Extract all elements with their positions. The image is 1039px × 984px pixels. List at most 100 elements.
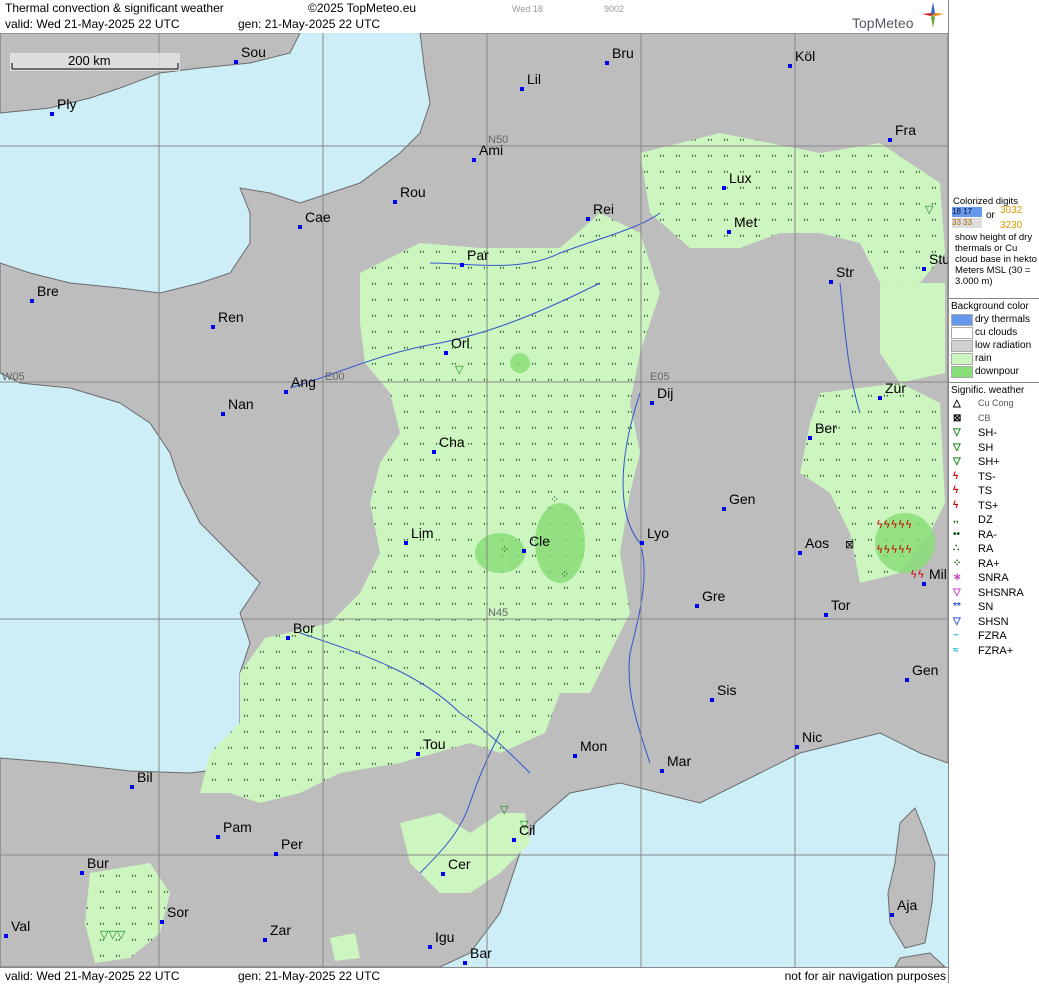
city-label: Cer [448,856,471,872]
city-dot-icon [444,351,448,355]
city-label: Mil [929,566,947,582]
city-label: Gen [912,662,939,678]
city-dot-icon [286,636,290,640]
city-dot-icon [432,450,436,454]
city-dot-icon [890,913,894,917]
weather-symbol-icon: •• [953,528,961,540]
scale-bar: 200 km [10,53,182,76]
weather-label: Cu Cong [978,398,1014,408]
city-dot-icon [798,551,802,555]
shower-symbol: ▽ [925,203,934,216]
city-label: Orl [451,335,470,351]
city-dot-icon [274,852,278,856]
weather-legend-row: ϟ TS [951,485,1039,499]
background-legend-row: rain [951,353,1039,366]
cb-symbol: ⊠ [845,538,854,551]
weather-legend-row: ∴ RA [951,543,1039,557]
weather-symbol-icon: ∗ [953,572,962,583]
background-label: downpour [975,366,1019,377]
demo-orange-1: 3032 [1000,205,1023,216]
legend-divider [949,298,1039,299]
shower-symbol: ▽ [500,803,509,816]
valid-time: valid: Wed 21-May-2025 22 UTC [5,17,180,31]
city-label: Sor [167,904,189,920]
city-label: Zür [885,380,906,396]
city-dot-icon [404,541,408,545]
background-legend-row: cu clouds [951,327,1039,340]
weather-symbol-icon: ≈ [953,644,959,656]
city-label: Cle [529,533,551,549]
city-dot-icon [722,186,726,190]
city-label: Str [836,264,854,280]
weather-label: FZRA+ [978,644,1014,657]
grid-label-n45: N45 [488,607,508,619]
city-label: Stu [929,251,948,267]
navigation-disclaimer: not for air navigation purposes [784,969,946,983]
city-label: Ang [291,374,316,390]
city-label: Cae [305,209,331,225]
city-dot-icon [234,60,238,64]
city-label: Lux [729,170,752,186]
background-label: dry thermals [975,314,1031,325]
city-label: Köl [795,48,816,64]
city-dot-icon [298,225,302,229]
weather-label: DZ [978,514,993,526]
footer-bar: valid: Wed 21-May-2025 22 UTC gen: 21-Ma… [0,967,948,984]
city-label: Lil [527,71,542,87]
copyright: ©2025 TopMeteo.eu [308,1,417,15]
city-dot-icon [393,200,397,204]
demo-or: or [986,210,995,221]
city-dot-icon [878,396,882,400]
city-label: Par [467,247,489,263]
weather-legend-row: ▽ SH- [951,427,1039,441]
city-dot-icon [80,871,84,875]
weather-label: TS+ [978,499,999,512]
city-label: Met [734,214,758,230]
city-label: Gen [729,491,756,507]
weather-symbol-icon: ϟ [953,499,959,511]
background-title: Background color [951,301,1029,312]
color-swatch [951,314,973,326]
city-label: Lyo [647,525,670,541]
weather-label: SHSN [978,615,1009,628]
city-dot-icon [30,299,34,303]
background-label: cu clouds [975,327,1018,338]
weather-symbol-icon: ∴ [953,543,960,554]
city-dot-icon [416,752,420,756]
weather-label: CB [978,412,991,423]
weather-symbol-icon: ▽ [953,615,961,627]
weather-legend-row: ≈ FZRA+ [951,645,1039,659]
color-swatch [951,340,973,352]
city-dot-icon [463,961,467,965]
weather-symbol-icon: ▽ [953,427,961,438]
weather-legend-row: ⊠ CB [951,413,1039,427]
weather-legend-row: ▽ SHSNRA [951,587,1039,601]
footer-generated-time: gen: 21-May-2025 22 UTC [238,969,381,983]
weather-label: RA [978,543,994,555]
weather-label: SH- [978,427,997,439]
grid-label-e05: E05 [650,371,670,383]
weather-legend-row: ∗ SNRA [951,572,1039,586]
city-dot-icon [512,838,516,842]
weather-label: SN [978,601,994,613]
background-legend-row: dry thermals [951,314,1039,327]
city-dot-icon [520,87,524,91]
grid-label-e00: E00 [325,371,345,383]
city-dot-icon [50,112,54,116]
city-dot-icon [160,920,164,924]
map-canvas: ,, [0,33,948,967]
city-label: Tou [423,736,446,752]
city-dot-icon [824,613,828,617]
city-label: Ren [218,309,244,325]
city-label: Bor [293,620,315,636]
color-swatch [951,366,973,378]
city-label: Per [281,836,303,852]
background-label: low radiation [975,340,1032,351]
weather-symbol-icon: △ [953,398,961,409]
weekday-ref: Wed 18 [512,4,543,14]
city-dot-icon [460,263,464,267]
rain-symbol: ⁘ [500,543,509,556]
city-dot-icon [922,582,926,586]
city-dot-icon [216,835,220,839]
city-dot-icon [130,785,134,789]
